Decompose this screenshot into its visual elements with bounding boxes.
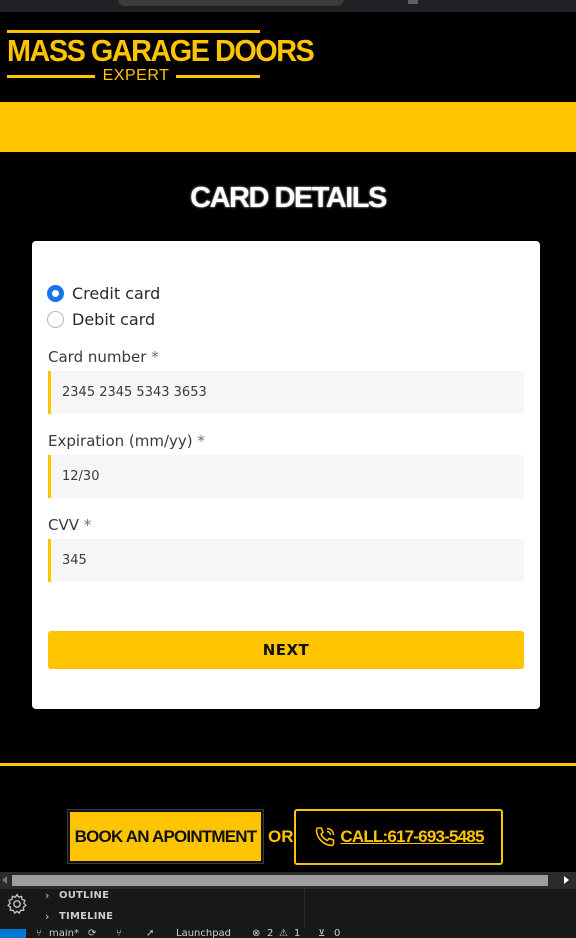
error-count[interactable]: 2	[267, 929, 273, 938]
sync-icon[interactable]: ⟳	[88, 929, 96, 938]
error-icon: ⊗	[252, 929, 261, 938]
status-bar: ⑂ main* ⟳ ⑂ ➚ Launchpad ⊗ 2 ⚠ 1 ⊻ 0	[0, 929, 576, 938]
browser-top-mark	[408, 0, 418, 4]
logo-subtitle: EXPERT	[102, 67, 170, 84]
chevron-right-icon: ›	[45, 909, 50, 923]
outline-section[interactable]: › OUTLINE	[45, 885, 109, 905]
gear-icon[interactable]	[5, 892, 29, 916]
outline-label: OUTLINE	[59, 889, 110, 901]
warning-count[interactable]: 1	[294, 929, 300, 938]
scroll-right-arrow-icon[interactable]	[564, 876, 569, 884]
launchpad-label[interactable]: Launchpad	[176, 929, 231, 938]
brand-logo[interactable]: MASS GARAGE DOORS EXPERT	[7, 30, 315, 84]
branch-name[interactable]: main*	[49, 929, 79, 938]
chevron-right-icon: ›	[45, 888, 50, 902]
page-title: CARD DETAILS	[190, 182, 387, 214]
phone-icon	[316, 827, 335, 847]
expiration-field[interactable]	[48, 455, 524, 498]
ide-sections: › OUTLINE › TIMELINE	[37, 889, 305, 929]
required-mark: *	[151, 348, 159, 366]
remote-indicator[interactable]	[0, 929, 26, 938]
card-number-label: Card number *	[48, 348, 159, 366]
scroll-left-arrow-icon[interactable]	[2, 876, 7, 884]
git-graph-icon[interactable]: ⑂	[116, 929, 122, 938]
ide-side-panel: › OUTLINE › TIMELINE	[0, 889, 576, 929]
ports-icon: ⊻	[318, 929, 326, 938]
book-appointment-button[interactable]: BOOK AN APOINTMENT	[67, 809, 264, 864]
expiration-label-text: Expiration (mm/yy)	[48, 432, 193, 450]
logo-rule-right	[176, 75, 260, 78]
card-number-field[interactable]	[48, 371, 524, 414]
browser-top-strip	[0, 0, 576, 12]
debit-card-option[interactable]: Debit card	[47, 308, 155, 330]
next-button[interactable]: NEXT	[48, 631, 524, 669]
card-number-label-text: Card number	[48, 348, 147, 366]
cvv-label: CVV *	[48, 516, 91, 534]
payment-form-card: Credit card Debit card Card number * Exp…	[32, 241, 540, 709]
branch-icon: ⑂	[36, 929, 42, 938]
logo-subtitle-row: EXPERT	[7, 68, 260, 84]
call-button[interactable]: CALL:617-693-5485	[294, 809, 503, 865]
rocket-icon: ➚	[146, 929, 155, 938]
timeline-section[interactable]: › TIMELINE	[45, 906, 113, 926]
or-separator: OR	[268, 827, 294, 846]
required-mark: *	[83, 516, 92, 534]
expiration-label: Expiration (mm/yy) *	[48, 432, 205, 450]
credit-card-option[interactable]: Credit card	[47, 282, 160, 304]
required-mark: *	[197, 432, 205, 450]
debit-card-radio[interactable]	[47, 310, 64, 328]
warning-icon: ⚠	[279, 929, 288, 938]
logo-rule-left	[7, 75, 95, 78]
call-link-text: CALL:617-693-5485	[340, 827, 484, 846]
cvv-label-text: CVV	[48, 516, 79, 534]
debit-card-label: Debit card	[72, 309, 156, 329]
browser-tab-pill[interactable]	[118, 0, 344, 6]
credit-card-label: Credit card	[72, 283, 161, 303]
nav-band	[0, 102, 576, 152]
page: MASS GARAGE DOORS EXPERT CARD DETAILS Cr…	[0, 0, 576, 938]
section-divider	[0, 763, 576, 766]
timeline-label: TIMELINE	[59, 910, 114, 922]
cvv-field[interactable]	[48, 539, 524, 582]
ports-count[interactable]: 0	[334, 929, 340, 938]
ide-activity-bar	[0, 889, 35, 929]
credit-card-radio[interactable]	[47, 284, 64, 302]
logo-title: MASS GARAGE DOORS	[7, 33, 315, 68]
